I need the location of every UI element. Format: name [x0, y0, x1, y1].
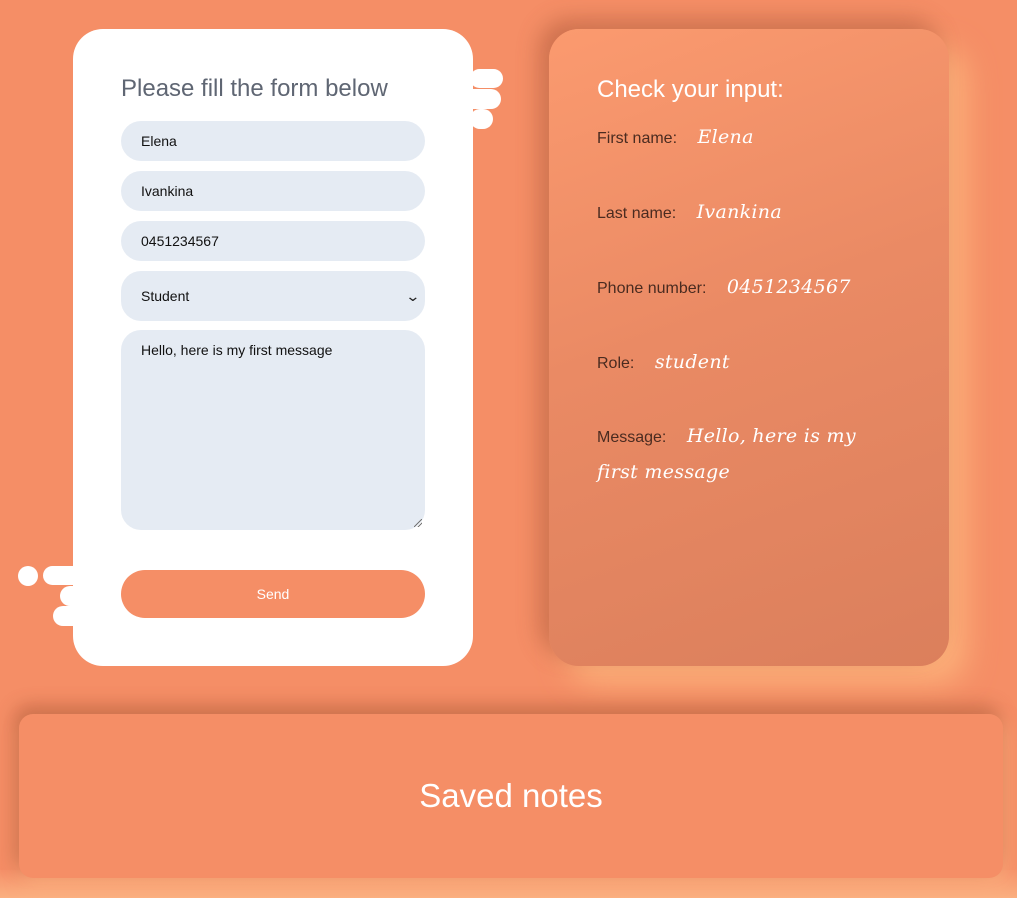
preview-last-name: Last name: Ivankina — [597, 201, 897, 223]
preview-first-name: First name: Elena — [597, 126, 897, 148]
decor-dot — [18, 566, 38, 586]
saved-notes-title: Saved notes — [419, 777, 603, 814]
first-name-input[interactable] — [121, 121, 425, 161]
preview-value: Elena — [697, 126, 754, 148]
decor-pill — [470, 109, 493, 129]
decor-pill — [470, 69, 503, 88]
preview-phone: Phone number: 0451234567 — [597, 276, 897, 298]
preview-role: Role: student — [597, 351, 897, 373]
saved-notes-panel: Saved notes — [19, 714, 1003, 878]
resize-handle-icon[interactable] — [414, 519, 422, 527]
preview-label: Phone number: — [597, 280, 707, 297]
preview-value: Ivankina — [696, 201, 782, 223]
form-card: Please fill the form below Student ⌄ Hel… — [73, 29, 473, 666]
preview-label: First name: — [597, 130, 678, 147]
message-text: Hello, here is my first message — [141, 342, 333, 358]
phone-input[interactable] — [121, 221, 425, 261]
preview-label: Role: — [597, 355, 635, 372]
preview-label: Message: — [597, 429, 667, 446]
preview-value: student — [654, 351, 730, 373]
chevron-down-icon: ⌄ — [405, 287, 421, 304]
send-button[interactable]: Send — [121, 570, 425, 618]
role-select[interactable]: Student ⌄ — [121, 271, 425, 321]
preview-value: 0451234567 — [726, 276, 851, 298]
role-select-value: Student — [141, 288, 190, 304]
message-textarea[interactable]: Hello, here is my first message — [121, 330, 425, 530]
last-name-input[interactable] — [121, 171, 425, 211]
preview-title: Check your input: — [597, 76, 784, 103]
preview-message: Message: Hello, here is my first message — [597, 419, 887, 491]
form-title: Please fill the form below — [121, 75, 388, 102]
preview-label: Last name: — [597, 205, 677, 222]
preview-card: Check your input: First name: Elena Last… — [549, 29, 949, 666]
